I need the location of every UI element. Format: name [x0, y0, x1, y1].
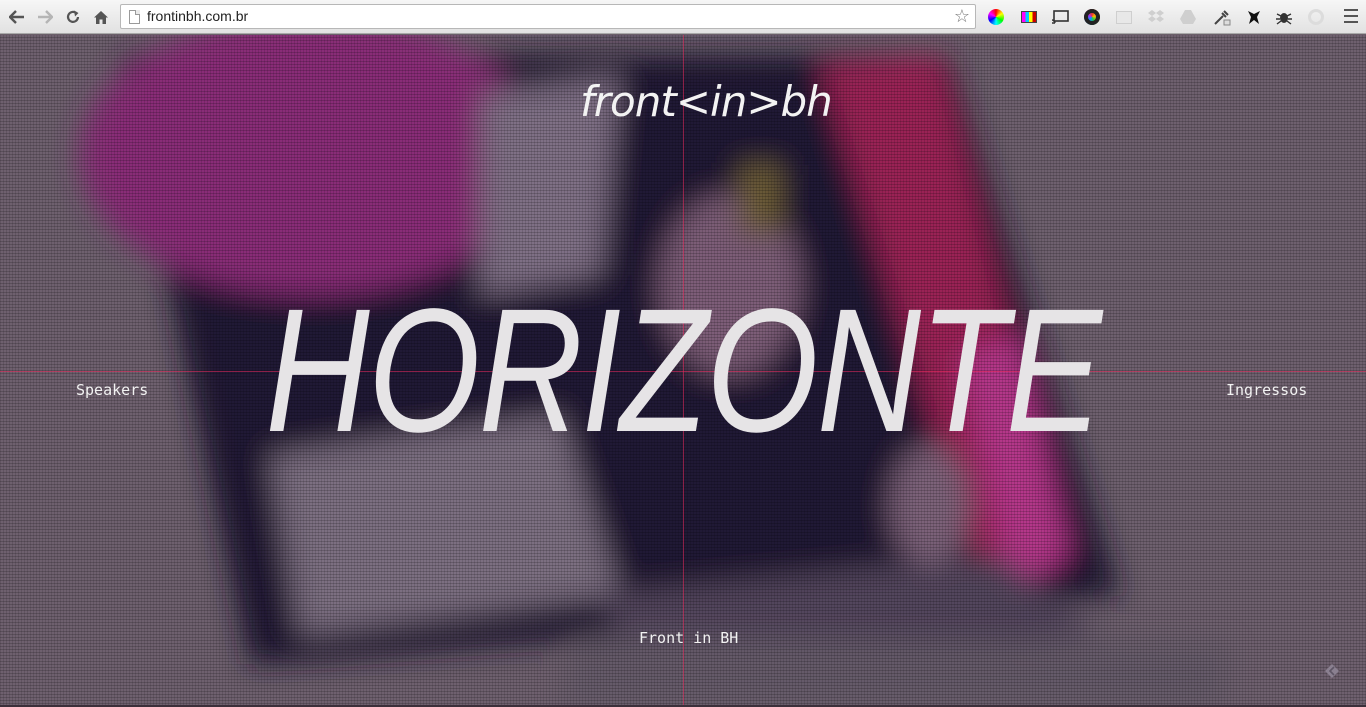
home-button[interactable]	[89, 5, 113, 29]
nav-link-speakers[interactable]: Speakers	[76, 381, 148, 399]
reload-icon	[66, 10, 80, 23]
rgb-bars-icon[interactable]	[1019, 7, 1039, 27]
nav-link-ingressos[interactable]: Ingressos	[1226, 381, 1307, 399]
color-picker-ring-icon[interactable]	[1082, 7, 1102, 27]
forward-arrow-icon	[38, 10, 53, 24]
blank-doc-icon[interactable]	[1114, 7, 1134, 27]
page-viewport: front<in>bh HORIZONTE Speakers Ingressos…	[0, 35, 1366, 707]
drive-icon[interactable]	[1178, 7, 1198, 27]
home-icon	[94, 10, 108, 24]
back-arrow-icon	[9, 10, 24, 24]
reload-button[interactable]	[61, 5, 85, 29]
eyedropper-icon[interactable]	[1212, 7, 1232, 27]
cast-icon[interactable]	[1050, 7, 1070, 27]
url-text[interactable]: frontinbh.com.br	[147, 8, 248, 24]
address-bar[interactable]: frontinbh.com.br ☆	[120, 4, 976, 29]
corner-back-icon[interactable]	[1322, 661, 1342, 681]
refresh-circle-icon[interactable]	[1306, 7, 1326, 27]
ninja-icon[interactable]	[1244, 7, 1264, 27]
bookmark-star-icon[interactable]: ☆	[951, 5, 973, 28]
footer-link-front-in-bh[interactable]: Front in BH	[639, 629, 738, 647]
color-wheel-icon[interactable]	[986, 7, 1006, 27]
site-logo[interactable]: front<in>bh	[580, 81, 833, 123]
page-icon	[129, 10, 140, 24]
forward-button[interactable]	[33, 5, 57, 29]
bug-icon[interactable]	[1274, 7, 1294, 27]
browser-toolbar: frontinbh.com.br ☆	[0, 0, 1366, 34]
back-button[interactable]	[5, 5, 29, 29]
dropbox-icon[interactable]	[1146, 7, 1166, 27]
hero-headline: HORIZONTE	[265, 273, 1102, 469]
chrome-menu-icon[interactable]	[1344, 9, 1358, 23]
